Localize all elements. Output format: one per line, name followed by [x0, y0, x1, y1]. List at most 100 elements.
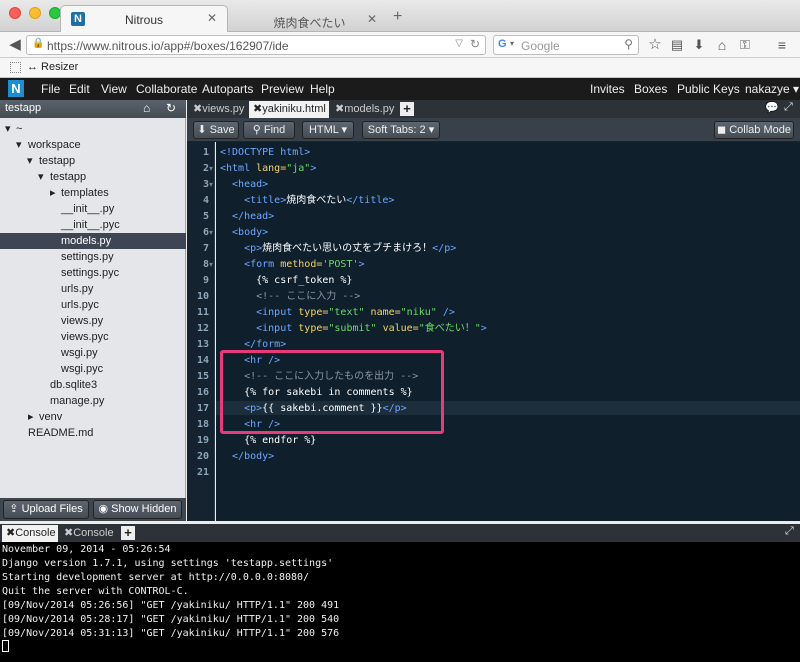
menu-boxes[interactable]: Boxes [634, 82, 667, 96]
browser-tab-yakiniku[interactable]: 焼肉食べたい ✕ [232, 7, 387, 31]
editor-tab-views[interactable]: ✖views.py [189, 101, 247, 118]
save-button[interactable]: ⬇ Save [193, 121, 239, 139]
browser-tab-nitrous[interactable]: N Nitrous ✕ [60, 5, 228, 33]
syntax-mode-dropdown[interactable]: HTML ▾ [302, 121, 354, 139]
menu-preview[interactable]: Preview [261, 82, 304, 96]
tab-close-icon[interactable]: ✖ [6, 527, 15, 539]
tab-close-icon[interactable]: ✖ [64, 527, 73, 539]
fold-arrow-icon[interactable]: ▾ [209, 258, 213, 272]
tree-item-workspace[interactable]: ▾ workspace [0, 137, 186, 153]
tree-item-file[interactable]: views.py [0, 313, 186, 329]
menu-icon[interactable]: ≡ [772, 36, 792, 54]
home-icon[interactable]: ⌂ [143, 101, 150, 115]
minimize-window-button[interactable] [29, 7, 41, 19]
editor-tab-yakiniku[interactable]: ✖yakiniku.html [249, 101, 329, 118]
menu-help[interactable]: Help [310, 82, 335, 96]
fold-arrow-icon[interactable]: ▾ [209, 226, 213, 240]
editor-tab-bar: ✖views.py ✖yakiniku.html ✖models.py + 💬 … [187, 100, 800, 118]
fold-arrow-icon[interactable]: ▾ [209, 178, 213, 192]
chevron-down-icon: ▾ [338, 124, 348, 136]
menu-view[interactable]: View [101, 82, 127, 96]
nitrous-logo-icon[interactable]: N [8, 80, 24, 97]
tree-item-label: urls.py [61, 283, 94, 295]
console-tab[interactable]: ✖Console [60, 525, 116, 542]
fullscreen-icon[interactable]: ⤢ [784, 101, 793, 114]
tree-item-file[interactable]: manage.py [0, 393, 186, 409]
new-editor-tab-button[interactable]: + [400, 102, 414, 116]
menu-edit[interactable]: Edit [69, 82, 90, 96]
line-number: 20 [196, 451, 209, 462]
tree-item-file[interactable]: urls.py [0, 281, 186, 297]
menu-invites[interactable]: Invites [590, 82, 625, 96]
tab-title: Nitrous [124, 13, 163, 27]
tree-item-file[interactable]: wsgi.pyc [0, 361, 186, 377]
tree-item-testapp-inner[interactable]: ▾ testapp [0, 169, 186, 185]
search-engine-dropdown-icon[interactable]: ▾ [510, 39, 514, 48]
tree-item-testapp[interactable]: ▾ testapp [0, 153, 186, 169]
tree-item-file[interactable]: README.md [0, 425, 186, 441]
bookmark-star-icon[interactable]: ☆ [646, 36, 664, 54]
tab-close-icon[interactable]: ✕ [367, 12, 377, 26]
chat-icon[interactable]: 💬 [765, 101, 779, 114]
reload-icon[interactable]: ↻ [470, 37, 480, 51]
console-tab-active[interactable]: ✖Console [2, 525, 58, 542]
close-window-button[interactable] [9, 7, 21, 19]
tree-item-file[interactable]: settings.py [0, 249, 186, 265]
soft-tabs-dropdown[interactable]: Soft Tabs: 2 ▾ [362, 121, 440, 139]
code-line: <html lang="ja"> [220, 162, 316, 176]
addon-icon[interactable]: ⚿ [736, 36, 754, 54]
new-console-button[interactable]: + [121, 526, 135, 540]
terminal-cursor [2, 640, 9, 652]
fullscreen-icon[interactable]: ⤢ [785, 525, 794, 538]
find-button[interactable]: ⚲ Find [243, 121, 295, 139]
tree-item-file[interactable]: urls.pyc [0, 297, 186, 313]
tab-close-icon[interactable]: ✖ [253, 103, 262, 115]
tree-item-file-selected[interactable]: models.py [0, 233, 186, 249]
line-number: 7 [202, 243, 209, 254]
tree-item-home[interactable]: ▾ ~ [0, 121, 186, 137]
caret-right-icon: ▸ [50, 187, 56, 199]
annotation-highlight-box [220, 350, 444, 434]
code-token: 'POST' [322, 259, 359, 270]
new-tab-button[interactable]: + [393, 8, 402, 26]
menu-autoparts[interactable]: Autoparts [202, 82, 253, 96]
editor-tab-models[interactable]: ✖models.py [331, 101, 395, 118]
line-number: 5 [202, 211, 209, 222]
upload-files-button[interactable]: ⇪ Upload Files [3, 500, 89, 519]
dropdown-arrow-icon[interactable]: ▽ [455, 38, 463, 49]
download-icon[interactable]: ⬇ [690, 36, 708, 54]
show-hidden-button[interactable]: ◉ Show Hidden [93, 500, 182, 519]
collab-mode-button[interactable]: ◼ Collab Mode [714, 121, 794, 139]
tree-item-templates[interactable]: ▸ templates [0, 185, 186, 201]
tab-close-icon[interactable]: ✖ [193, 103, 202, 115]
search-box[interactable]: G ▾ Google ⚲ [493, 35, 639, 55]
find-label: Find [263, 124, 286, 136]
menu-collaborate[interactable]: Collaborate [136, 82, 197, 96]
search-icon[interactable]: ⚲ [624, 37, 633, 51]
menu-user[interactable]: nakazye ▾ [745, 82, 799, 96]
line-number: 21 [196, 467, 209, 478]
menu-file[interactable]: File [41, 82, 60, 96]
line-number: 9 [202, 275, 209, 286]
tab-close-icon[interactable]: ✕ [207, 11, 217, 25]
tree-item-file[interactable]: __init__.pyc [0, 217, 186, 233]
menu-public-keys[interactable]: Public Keys [677, 82, 740, 96]
lock-icon: 🔒 [32, 38, 45, 49]
reading-list-icon[interactable]: ▤ [668, 36, 686, 54]
fold-arrow-icon[interactable]: ▾ [209, 162, 213, 176]
back-arrow-icon[interactable]: ◀ [6, 36, 24, 54]
tree-item-file[interactable]: __init__.py [0, 201, 186, 217]
tab-close-icon[interactable]: ✖ [335, 103, 344, 115]
line-number: 16 [196, 387, 209, 398]
tree-item-venv[interactable]: ▸ venv [0, 409, 186, 425]
refresh-icon[interactable]: ↻ [166, 101, 176, 115]
url-bar[interactable]: 🔒 https://www.nitrous.io/app#/boxes/1629… [26, 35, 486, 55]
tree-item-file[interactable]: db.sqlite3 [0, 377, 186, 393]
tree-item-file[interactable]: settings.pyc [0, 265, 186, 281]
home-icon[interactable]: ⌂ [713, 36, 731, 54]
bookmark-resizer[interactable]: ↔ Resizer [27, 61, 78, 73]
soft-tabs-label: Soft Tabs: 2 [367, 124, 426, 136]
tree-item-file[interactable]: wsgi.py [0, 345, 186, 361]
line-number: 15 [196, 371, 209, 382]
tree-item-file[interactable]: views.pyc [0, 329, 186, 345]
